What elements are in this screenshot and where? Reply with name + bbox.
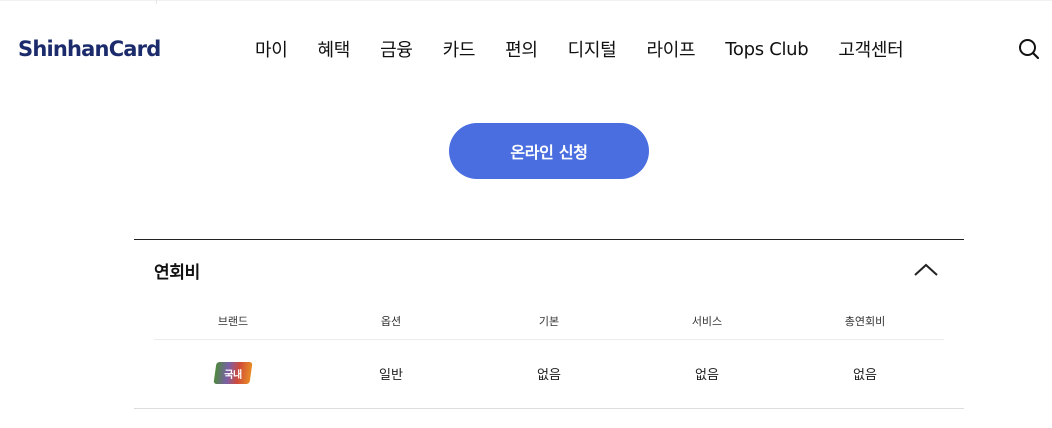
column-header-option: 옵션: [380, 314, 402, 328]
annual-fee-table: 브랜드 옵션 기본 서비스 총연회비 국내 일반 없음 없음 없음: [154, 302, 944, 406]
nav-item-digital[interactable]: 디지털: [568, 36, 617, 62]
nav-item-finance[interactable]: 금융: [380, 36, 413, 62]
table-header-row: 브랜드 옵션 기본 서비스 총연회비: [154, 302, 944, 340]
search-button[interactable]: [1016, 36, 1042, 62]
nav-item-customer-center[interactable]: 고객센터: [838, 36, 903, 62]
shinhan-card-logo[interactable]: ShinhanCard: [18, 33, 161, 65]
basic-fee-cell: 없음: [537, 367, 561, 383]
search-icon: [1019, 39, 1040, 60]
option-cell: 일반: [379, 367, 403, 383]
logo-text: ShinhanCard: [18, 37, 161, 61]
nav-item-life[interactable]: 라이프: [646, 36, 695, 62]
table-row: 국내 일반 없음 없음 없음: [154, 340, 944, 406]
nav-item-tops-club[interactable]: Tops Club: [725, 39, 808, 60]
column-header-brand: 브랜드: [217, 314, 249, 328]
brand-cell: 국내: [154, 340, 312, 406]
nav-item-my[interactable]: 마이: [255, 36, 288, 62]
nav-item-benefits[interactable]: 혜택: [318, 36, 351, 62]
nav-item-convenience[interactable]: 편의: [505, 36, 538, 62]
service-fee-cell: 없음: [695, 367, 719, 383]
online-apply-button[interactable]: 온라인 신청: [449, 123, 649, 179]
main-nav: 마이 혜택 금융 카드 편의 디지털 라이프 Tops Club 고객센터: [240, 34, 904, 64]
annual-fee-collapse-button[interactable]: [912, 260, 940, 280]
total-fee-cell: 없음: [853, 367, 877, 383]
annual-fee-section: 연회비 브랜드 옵션 기본 서비스 총연회비 국내 일반 없음 없음 없음: [134, 239, 964, 409]
domestic-brand-badge: 국내: [213, 362, 253, 384]
chevron-up-icon: [914, 263, 938, 276]
column-header-basic: 기본: [538, 314, 560, 328]
site-header: ShinhanCard 마이 혜택 금융 카드 편의 디지털 라이프 Tops …: [0, 0, 1052, 98]
annual-fee-title: 연회비: [154, 263, 201, 283]
column-header-total: 총연회비: [844, 314, 886, 328]
column-header-service: 서비스: [691, 314, 723, 328]
nav-item-card[interactable]: 카드: [443, 36, 476, 62]
brand-badge-label: 국내: [224, 369, 242, 381]
